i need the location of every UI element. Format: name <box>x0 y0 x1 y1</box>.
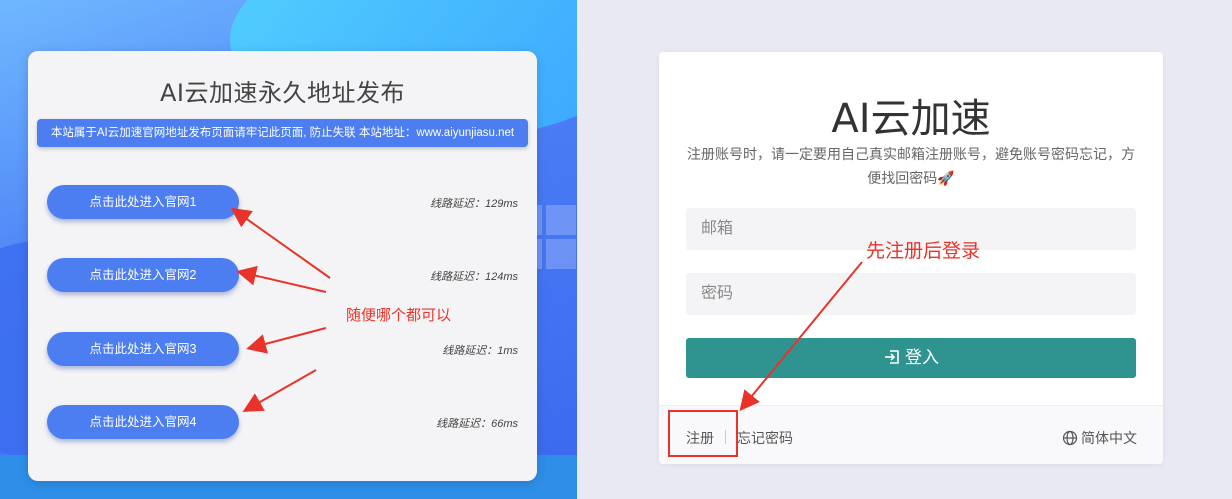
enter-site-2-button[interactable]: 点击此处进入官网2 <box>47 258 239 292</box>
forgot-password-link[interactable]: 忘记密码 <box>737 428 793 448</box>
latency-label: 线路延迟：124ms <box>429 271 518 283</box>
email-field[interactable] <box>686 208 1136 250</box>
mirror-row: 点击此处进入官网2 线路延迟：124ms <box>47 258 518 292</box>
password-field[interactable] <box>686 273 1136 315</box>
enter-site-4-button[interactable]: 点击此处进入官网4 <box>47 405 239 439</box>
latency-label: 线路延迟：1ms <box>442 345 518 357</box>
brand-title: AI云加速 <box>831 96 991 142</box>
enter-site-1-button[interactable]: 点击此处进入官网1 <box>47 185 239 219</box>
login-button[interactable]: 登入 <box>686 338 1136 378</box>
register-hint: 注册账号时，请一定要用自己真实邮箱注册账号，避免账号密码忘记，方便找回密码🚀 <box>687 146 1135 186</box>
language-label: 简体中文 <box>1081 430 1137 446</box>
login-label: 登入 <box>905 348 939 367</box>
latency-label: 线路延迟：66ms <box>436 418 518 430</box>
address-card: AI云加速永久地址发布 本站属于AI云加速官网地址发布页面请牢记此页面, 防止失… <box>28 51 537 481</box>
mirror-row: 点击此处进入官网4 线路延迟：66ms <box>47 405 518 439</box>
login-icon <box>883 341 901 381</box>
card-title: AI云加速永久地址发布 <box>160 79 405 107</box>
mirror-row: 点击此处进入官网3 线路延迟：1ms <box>47 332 518 366</box>
enter-site-3-button[interactable]: 点击此处进入官网3 <box>47 332 239 366</box>
login-card: AI云加速 注册账号时，请一定要用自己真实邮箱注册账号，避免账号密码忘记，方便找… <box>659 52 1163 464</box>
notice-banner: 本站属于AI云加速官网地址发布页面请牢记此页面, 防止失联 本站地址：www.a… <box>37 119 528 147</box>
latency-label: 线路延迟：129ms <box>429 198 518 210</box>
language-switcher[interactable]: 简体中文 <box>1062 428 1137 448</box>
register-link[interactable]: 注册 <box>686 428 714 448</box>
left-panel: AI云加速永久地址发布 本站属于AI云加速官网地址发布页面请牢记此页面, 防止失… <box>0 0 577 499</box>
mirror-row: 点击此处进入官网1 线路延迟：129ms <box>47 185 518 219</box>
globe-icon <box>1062 430 1078 446</box>
divider <box>725 430 726 444</box>
login-footer: 注册 忘记密码 简体中文 <box>659 405 1163 464</box>
